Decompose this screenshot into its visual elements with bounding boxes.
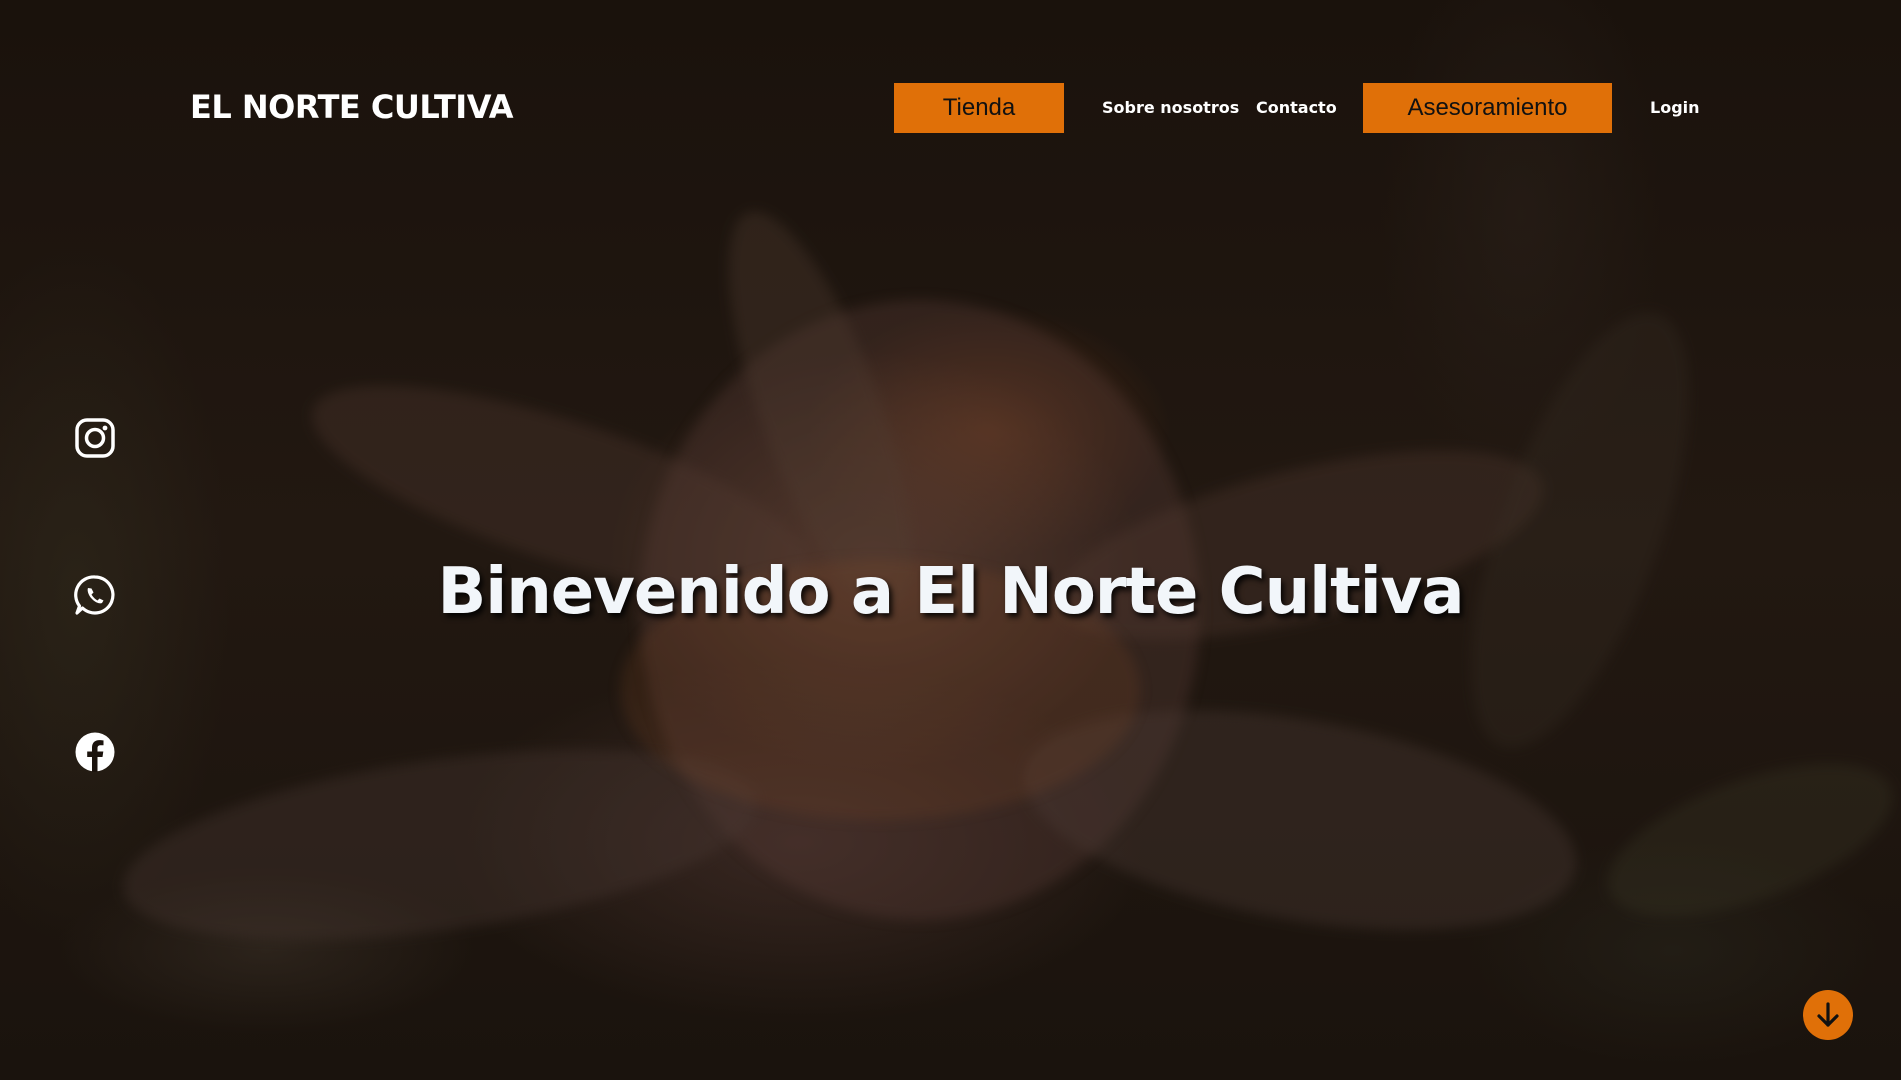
hero-headline: Binevenido a El Norte Cultiva bbox=[437, 555, 1464, 629]
site-logo[interactable]: EL NORTE CULTIVA bbox=[190, 88, 514, 126]
nav-tienda-label: Tienda bbox=[942, 94, 1016, 121]
hero-section: EL NORTE CULTIVA Tienda Sobre nosotros C… bbox=[0, 0, 1901, 1080]
scroll-down-button[interactable] bbox=[1803, 990, 1853, 1040]
nav-asesoramiento-label: Asesoramiento bbox=[1407, 94, 1568, 121]
arrow-down-icon bbox=[1817, 1002, 1839, 1027]
nav-contacto-link[interactable]: Contacto bbox=[1256, 98, 1337, 117]
nav-sobre-nosotros-link[interactable]: Sobre nosotros bbox=[1102, 98, 1239, 117]
nav-asesoramiento-button[interactable]: Asesoramiento bbox=[1363, 83, 1612, 133]
instagram-icon[interactable] bbox=[74, 417, 116, 459]
nav-tienda-button[interactable]: Tienda bbox=[894, 83, 1064, 133]
site-header: EL NORTE CULTIVA Tienda Sobre nosotros C… bbox=[0, 0, 1901, 216]
background-leaf bbox=[1588, 732, 1901, 948]
facebook-icon[interactable] bbox=[74, 731, 116, 773]
nav-login-link[interactable]: Login bbox=[1650, 98, 1700, 117]
